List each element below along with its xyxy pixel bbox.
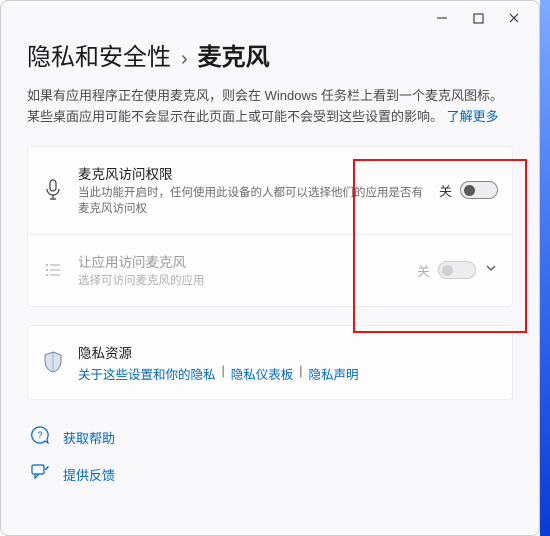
row-subtitle: 选择可访问麦克风的应用 — [78, 273, 403, 290]
shield-icon — [42, 351, 64, 373]
chevron-down-icon[interactable] — [484, 261, 498, 280]
row-title: 让应用访问麦克风 — [78, 251, 403, 271]
toggle-state-label: 关 — [439, 181, 452, 200]
learn-more-link[interactable]: 了解更多 — [447, 109, 499, 124]
settings-card-privacy: 隐私资源 关于这些设置和你的隐私 | 隐私仪表板 | 隐私声明 — [27, 325, 513, 400]
microphone-icon — [42, 179, 64, 201]
row-text: 麦克风访问权限 当此功能开启时，任何使用此设备的人都可以选择他们的应用是否有麦克… — [78, 163, 425, 218]
page-content: 隐私和安全性 › 麦克风 如果有应用程序正在使用麦克风，则会在 Windows … — [1, 37, 539, 486]
maximize-button[interactable] — [471, 11, 485, 25]
page-description: 如果有应用程序正在使用麦克风，则会在 Windows 任务栏上看到一个麦克风图标… — [27, 86, 513, 128]
row-subtitle: 当此功能开启时，任何使用此设备的人都可以选择他们的应用是否有麦克风访问权 — [78, 185, 425, 218]
breadcrumb-root[interactable]: 隐私和安全性 — [27, 37, 171, 72]
row-app-access[interactable]: 让应用访问麦克风 选择可访问麦克风的应用 关 — [28, 234, 512, 306]
minimize-button[interactable] — [435, 11, 449, 25]
get-help-item[interactable]: ? 获取帮助 — [31, 426, 513, 449]
get-help-label: 获取帮助 — [63, 428, 115, 447]
give-feedback-label: 提供反馈 — [63, 465, 115, 484]
app-access-toggle — [438, 261, 476, 279]
footer: ? 获取帮助 提供反馈 — [27, 426, 513, 486]
link-separator: | — [299, 364, 302, 383]
breadcrumb: 隐私和安全性 › 麦克风 — [27, 37, 513, 72]
row-control: 关 — [439, 181, 498, 200]
privacy-link-about[interactable]: 关于这些设置和你的隐私 — [78, 364, 216, 383]
privacy-links: 关于这些设置和你的隐私 | 隐私仪表板 | 隐私声明 — [78, 364, 498, 383]
link-separator: | — [222, 364, 225, 383]
list-icon — [42, 261, 64, 279]
description-text: 如果有应用程序正在使用麦克风，则会在 Windows 任务栏上看到一个麦克风图标… — [27, 88, 503, 124]
settings-window: 隐私和安全性 › 麦克风 如果有应用程序正在使用麦克风，则会在 Windows … — [0, 0, 540, 536]
page-title: 麦克风 — [198, 37, 270, 72]
toggle-state-label: 关 — [417, 261, 430, 280]
row-title: 隐私资源 — [78, 342, 498, 362]
row-microphone-access: 麦克风访问权限 当此功能开启时，任何使用此设备的人都可以选择他们的应用是否有麦克… — [28, 147, 512, 234]
microphone-access-toggle[interactable] — [460, 181, 498, 199]
row-privacy-resources: 隐私资源 关于这些设置和你的隐私 | 隐私仪表板 | 隐私声明 — [28, 326, 512, 399]
row-control: 关 — [417, 261, 498, 280]
row-title: 麦克风访问权限 — [78, 163, 425, 183]
settings-card-main: 麦克风访问权限 当此功能开启时，任何使用此设备的人都可以选择他们的应用是否有麦克… — [27, 146, 513, 307]
privacy-link-dashboard[interactable]: 隐私仪表板 — [231, 364, 294, 383]
privacy-link-statement[interactable]: 隐私声明 — [309, 364, 359, 383]
close-button[interactable] — [507, 11, 521, 25]
help-icon: ? — [31, 426, 49, 449]
row-text: 隐私资源 关于这些设置和你的隐私 | 隐私仪表板 | 隐私声明 — [78, 342, 498, 383]
svg-text:?: ? — [37, 430, 42, 440]
give-feedback-item[interactable]: 提供反馈 — [31, 463, 513, 486]
desktop-edge-stripe — [540, 0, 550, 536]
row-text: 让应用访问麦克风 选择可访问麦克风的应用 — [78, 251, 403, 290]
breadcrumb-separator: › — [181, 48, 188, 71]
titlebar — [1, 1, 539, 35]
feedback-icon — [31, 463, 49, 486]
